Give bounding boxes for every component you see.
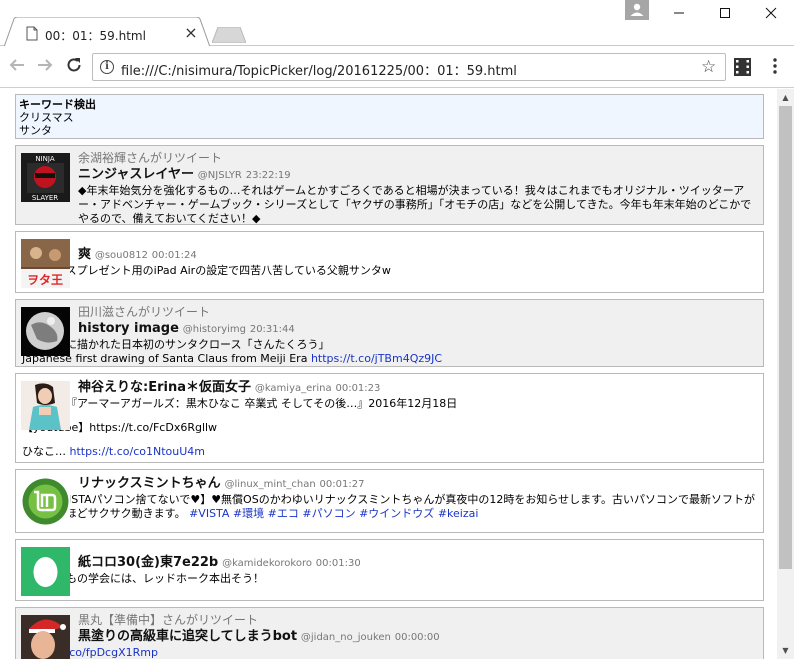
tweet-text: 春のとびもの学会には、レッドホーク本出そう！ — [22, 572, 264, 585]
screen-name[interactable]: @NJSLYR — [198, 170, 242, 181]
url-text[interactable]: file:///C:/nisimura/TopicPicker/log/2016… — [121, 60, 517, 79]
scroll-down-arrow-icon[interactable]: ▼ — [777, 642, 794, 659]
bookmark-star-icon[interactable]: ☆ — [701, 57, 716, 77]
screen-name[interactable]: @kamidekorokoro — [222, 558, 312, 569]
avatar[interactable] — [21, 381, 70, 430]
user-name[interactable]: 爽 — [78, 247, 91, 262]
vertical-scrollbar[interactable]: ▲ ▼ — [777, 89, 794, 659]
tweet-time: 20:31:44 — [249, 324, 295, 335]
maximize-button[interactable] — [702, 0, 748, 30]
address-bar[interactable]: i file:///C:/nisimura/TopicPicker/log/20… — [92, 53, 726, 81]
keyword-item: クリスマス — [19, 111, 74, 124]
hashtag[interactable]: #環境 — [233, 507, 264, 520]
scroll-up-arrow-icon[interactable]: ▲ — [777, 89, 794, 106]
tweet-card: ヲタ王 爽 @sou0812 00:01:24 クリスマスプレゼント用のiPad… — [15, 231, 764, 293]
svg-text:ヲタ王: ヲタ王 — [27, 273, 63, 287]
svg-text:SLAYER: SLAYER — [32, 194, 58, 202]
browser-toolbar: i file:///C:/nisimura/TopicPicker/log/20… — [0, 46, 794, 88]
user-name[interactable]: history image — [78, 321, 179, 336]
avatar[interactable] — [21, 307, 70, 356]
hashtag[interactable]: #パソコン — [302, 507, 355, 520]
tweet-time: 00:00:00 — [394, 632, 440, 643]
retweet-label: 余湖裕輝さんがリツイート — [78, 151, 223, 165]
tab-close-icon[interactable]: × — [183, 25, 199, 41]
extension-film-icon[interactable] — [734, 58, 751, 76]
user-name[interactable]: 黒塗りの高級車に追突してしまうbot — [78, 629, 297, 644]
page-content: キーワード検出 クリスマス サンタ NINJA SLAYER 余湖裕輝さんがリツ… — [15, 94, 764, 659]
tweet-time: 00:01:27 — [319, 479, 365, 490]
info-icon[interactable]: i — [100, 60, 114, 74]
tweet-link[interactable]: https://t.co/co1NtouU4m — [70, 445, 206, 458]
tweet-card: リナックスミントちゃん @linux_mint_chan 00:01:27 【♥… — [15, 469, 764, 533]
tweet-text: ◆年末年始気分を強化するもの…それはゲームとかすごろくであると相場が決まっている… — [78, 184, 752, 225]
screen-name[interactable]: @linux_mint_chan — [224, 479, 315, 490]
file-icon — [26, 26, 38, 41]
keyword-item: サンタ — [19, 124, 52, 137]
tweet-text-youtube: 【youtube】https://t.co/FcDx6Rgllw — [22, 421, 218, 434]
avatar[interactable]: ヲタ王 — [21, 239, 70, 288]
hashtag[interactable]: #エコ — [268, 507, 299, 520]
tweet-card: NINJA SLAYER 余湖裕輝さんがリツイート ニンジャスレイヤー @NJS… — [15, 145, 764, 225]
user-name[interactable]: 紙コロ30(金)東7e22b — [78, 555, 218, 570]
avatar[interactable] — [21, 547, 70, 596]
hashtag[interactable]: #VISTA — [189, 507, 229, 520]
hashtag[interactable]: #keizai — [438, 507, 479, 520]
tab-title: 00：01：59.html — [45, 29, 146, 43]
tweet-card: 紙コロ30(金)東7e22b @kamidekorokoro 00:01:30 … — [15, 539, 764, 601]
tweet-card: 黒丸【準備中】さんがリツイート 黒塗りの高級車に追突してしまうbot @jida… — [15, 607, 764, 659]
screen-name[interactable]: @sou0812 — [95, 250, 148, 261]
title-bar: 00：01：59.html × — [0, 0, 794, 47]
new-tab-button[interactable] — [212, 27, 246, 43]
user-name[interactable]: ニンジャスレイヤー — [78, 167, 194, 182]
tweet-time: 00:01:30 — [315, 558, 361, 569]
screen-name[interactable]: @jidan_no_jouken — [301, 632, 391, 643]
avatar[interactable] — [21, 477, 70, 526]
tweet-time: 23:22:19 — [245, 170, 291, 181]
screen-name[interactable]: @kamiya_erina — [255, 383, 332, 394]
profile-icon[interactable] — [625, 0, 649, 20]
forward-arrow-icon[interactable] — [34, 56, 56, 78]
tweet-card: 神谷えりな:Erina＊仮面女子 @kamiya_erina 00:01:23 … — [15, 373, 764, 463]
tweet-text: 明治時代に描かれた日本初のサンタクロース「さんたくろう」 — [22, 338, 330, 351]
retweet-label: 田川滋さんがリツイート — [78, 305, 211, 319]
keyword-title: キーワード検出 — [19, 98, 96, 111]
menu-kebab-icon[interactable] — [768, 55, 782, 79]
avatar[interactable]: NINJA SLAYER — [21, 153, 70, 202]
scrollbar-thumb[interactable] — [779, 106, 792, 569]
tweet-text-tail: ひなこ… — [22, 445, 66, 458]
keyword-panel: キーワード検出 クリスマス サンタ — [15, 94, 764, 139]
tweet-text: クリスマスプレゼント用のiPad Airの設定で四苦八苦している父親サンタw — [22, 264, 391, 277]
tweet-card: 田川滋さんがリツイート history image @historyimg 20… — [15, 299, 764, 367]
svg-text:NINJA: NINJA — [35, 155, 54, 163]
tweet-text: 仮面女子『アーマーアガールズ：黒木ひなこ 卒業式 そしてその後…』2016年12… — [22, 397, 458, 410]
retweet-label: 黒丸【準備中】さんがリツイート — [78, 613, 259, 627]
tweet-time: 00:01:23 — [335, 383, 381, 394]
minimize-button[interactable] — [656, 0, 702, 30]
user-name[interactable]: 神谷えりな:Erina＊仮面女子 — [78, 380, 251, 395]
page-viewport: キーワード検出 クリスマス サンタ NINJA SLAYER 余湖裕輝さんがリツ… — [0, 89, 777, 659]
avatar[interactable] — [21, 615, 70, 659]
user-name[interactable]: リナックスミントちゃん — [78, 476, 221, 491]
tweet-time: 00:01:24 — [151, 250, 197, 261]
close-window-button[interactable] — [748, 0, 794, 30]
screen-name[interactable]: @historyimg — [183, 324, 246, 335]
tweet-link[interactable]: https://t.co/jTBm4Qz9JC — [311, 352, 442, 365]
reload-icon[interactable] — [63, 56, 85, 78]
hashtag[interactable]: #ウインドウズ — [359, 507, 434, 520]
back-arrow-icon[interactable] — [6, 56, 28, 78]
